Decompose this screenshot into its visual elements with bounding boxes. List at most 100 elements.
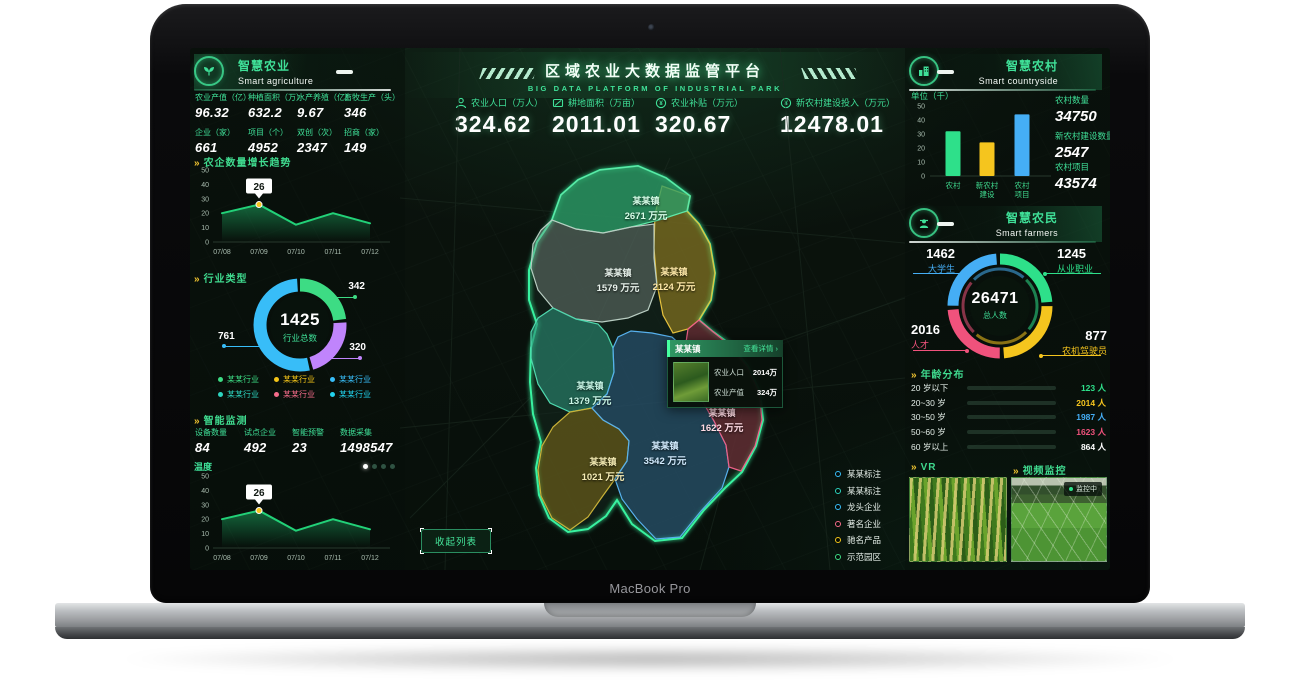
svg-text:10: 10 <box>201 225 209 232</box>
age-row: 20~30 岁2014 人 <box>911 396 1106 411</box>
industry-legend-item: 某某行业 <box>218 389 274 400</box>
svg-text:07/09: 07/09 <box>250 555 268 562</box>
agri-stat: 企业（家）661 <box>195 127 248 155</box>
video-title-text: 视频监控 <box>1023 466 1067 477</box>
monitoring-stat-label: 数据采集 <box>340 427 405 438</box>
collapse-list-button[interactable]: 收起列表 <box>421 529 491 553</box>
countryside-bar-chart[interactable]: 01020304050农村新农村建设农村项目 <box>905 96 1055 208</box>
macbook-mockup: 智慧农业 Smart agriculture 农业产值（亿）96.32种植面积（… <box>0 0 1300 694</box>
town-detail-popup[interactable]: 某某镇 查看详情 › 农业人口2014万农业产值324万 <box>667 340 783 408</box>
agri-stat: 畜牧生产（头）346 <box>344 92 403 120</box>
svg-text:建设: 建设 <box>980 189 995 199</box>
farmers-callout-drivers: 877 农机驾驶员 <box>1051 328 1107 357</box>
macbook-brand-label: MacBook Pro <box>150 581 1150 596</box>
industry-legend-item: 某某行业 <box>274 374 330 385</box>
popup-town-name: 某某镇 <box>675 343 701 355</box>
industry-legend-label: 某某行业 <box>227 389 259 400</box>
age-row: 30~50 岁1987 人 <box>911 410 1106 425</box>
svg-text:新农村: 新农村 <box>976 180 999 190</box>
farmers-callout-practitioners: 1245 从业职业 <box>1057 246 1105 275</box>
age-row-label: 50~60 岁 <box>911 426 961 438</box>
legend-dot-icon <box>835 488 841 494</box>
svg-text:项目: 项目 <box>1015 190 1030 199</box>
monitoring-title-text: 智能监测 <box>204 416 248 427</box>
industry-callout-342: 342 <box>323 281 365 292</box>
farmer-icon <box>909 208 939 238</box>
svg-text:07/10: 07/10 <box>287 249 305 256</box>
agri-stat-value: 4952 <box>248 140 297 155</box>
age-bar-track <box>967 415 1056 419</box>
svg-text:07/10: 07/10 <box>287 555 305 562</box>
popup-header: 某某镇 查看详情 › <box>667 340 783 357</box>
industry-legend-item: 某某行业 <box>218 374 274 385</box>
age-row-label: 60 岁以上 <box>911 441 961 453</box>
legend-dot-icon <box>274 377 279 382</box>
laptop-lid: 智慧农业 Smart agriculture 农业产值（亿）96.32种植面积（… <box>150 4 1150 603</box>
svg-text:10: 10 <box>917 160 925 167</box>
svg-text:30: 30 <box>201 196 209 203</box>
map-legend-label: 龙头企业 <box>847 501 881 513</box>
map-legend: 某某标注某某标注龙头企业著名企业驰名产品示范园区 <box>835 468 881 563</box>
age-bar-track <box>967 401 1056 405</box>
age-row: 50~60 岁 1623 人 <box>911 425 1106 440</box>
age-title-text: 年龄分布 <box>921 370 965 381</box>
svg-text:07/09: 07/09 <box>250 249 268 256</box>
age-row: 60 岁以上 864 人 <box>911 439 1106 454</box>
svg-text:20: 20 <box>201 211 209 218</box>
age-bar-track <box>967 445 1056 449</box>
map-legend-item: 某某标注 <box>835 485 881 497</box>
map-legend-item: 某某标注 <box>835 468 881 480</box>
map-legend-item: 著名企业 <box>835 518 881 530</box>
age-row-value: 1623 人 <box>1062 426 1106 438</box>
svg-text:农村: 农村 <box>946 180 961 190</box>
video-monitor-feed[interactable]: 监控中 <box>1011 477 1107 562</box>
agri-stat: 招商（家）149 <box>344 127 403 155</box>
age-bar-track <box>967 430 1056 434</box>
legend-dot-icon <box>835 504 841 510</box>
legend-dot-icon <box>330 377 335 382</box>
svg-text:30: 30 <box>917 132 925 139</box>
agri-stat: 项目（个）4952 <box>248 127 297 155</box>
agri-stat: 双创（次）2347 <box>297 127 344 155</box>
countryside-header: 智慧农村 Smart countryside <box>909 54 1102 90</box>
farmers-callout-students: 1462 大学生 <box>911 246 955 275</box>
monitoring-stat-value: 492 <box>244 440 292 455</box>
map-legend-item: 示范园区 <box>835 551 881 563</box>
chevron-icon: » <box>1013 466 1018 477</box>
farmers-header: 智慧农民 Smart farmers <box>909 206 1102 242</box>
popup-detail-link[interactable]: 查看详情 › <box>743 343 778 354</box>
age-row-value: 864 人 <box>1062 441 1106 453</box>
countryside-stat: 农村项目 43574 <box>1055 161 1097 192</box>
svg-text:26: 26 <box>253 182 265 193</box>
temperature-line-chart[interactable]: 0102030405007/0807/0907/1007/1107/1226 <box>192 468 397 564</box>
monitoring-stat-value: 84 <box>195 440 244 455</box>
industry-legend-label: 某某行业 <box>283 374 315 385</box>
map-legend-item: 驰名产品 <box>835 534 881 546</box>
map-legend-label: 某某标注 <box>847 468 881 480</box>
countryside-stat: 农村数量 34750 <box>1055 94 1097 125</box>
chevron-icon: » <box>194 274 199 285</box>
svg-text:0: 0 <box>921 174 925 181</box>
chevron-icon: » <box>911 462 916 473</box>
svg-text:20: 20 <box>917 146 925 153</box>
monitoring-stat: 智能预警23 <box>292 427 340 455</box>
agri-stat-value: 632.2 <box>248 105 297 120</box>
farmers-title: 智慧农民 <box>953 209 1058 226</box>
district-map[interactable] <box>400 48 905 570</box>
svg-text:07/11: 07/11 <box>325 555 342 562</box>
map-legend-label: 示范园区 <box>847 551 881 563</box>
trend-line-chart[interactable]: 0102030405007/0807/0907/1007/1107/1226 <box>192 162 397 258</box>
svg-text:26: 26 <box>253 488 265 499</box>
age-bar-track <box>967 386 1056 390</box>
monitoring-stat-label: 智能预警 <box>292 427 340 438</box>
industry-callout-320: 320 <box>322 342 366 353</box>
svg-text:50: 50 <box>917 104 925 111</box>
age-row-label: 20~30 岁 <box>911 397 961 409</box>
monitoring-badge-text: 监控中 <box>1076 484 1097 494</box>
header-dash <box>937 70 954 74</box>
vr-preview-image[interactable] <box>909 477 1007 562</box>
monitoring-stat-label: 设备数量 <box>195 427 244 438</box>
popup-stat-value: 2014万 <box>753 367 777 378</box>
svg-text:50: 50 <box>201 474 209 481</box>
agri-stat-value: 96.32 <box>195 105 248 120</box>
